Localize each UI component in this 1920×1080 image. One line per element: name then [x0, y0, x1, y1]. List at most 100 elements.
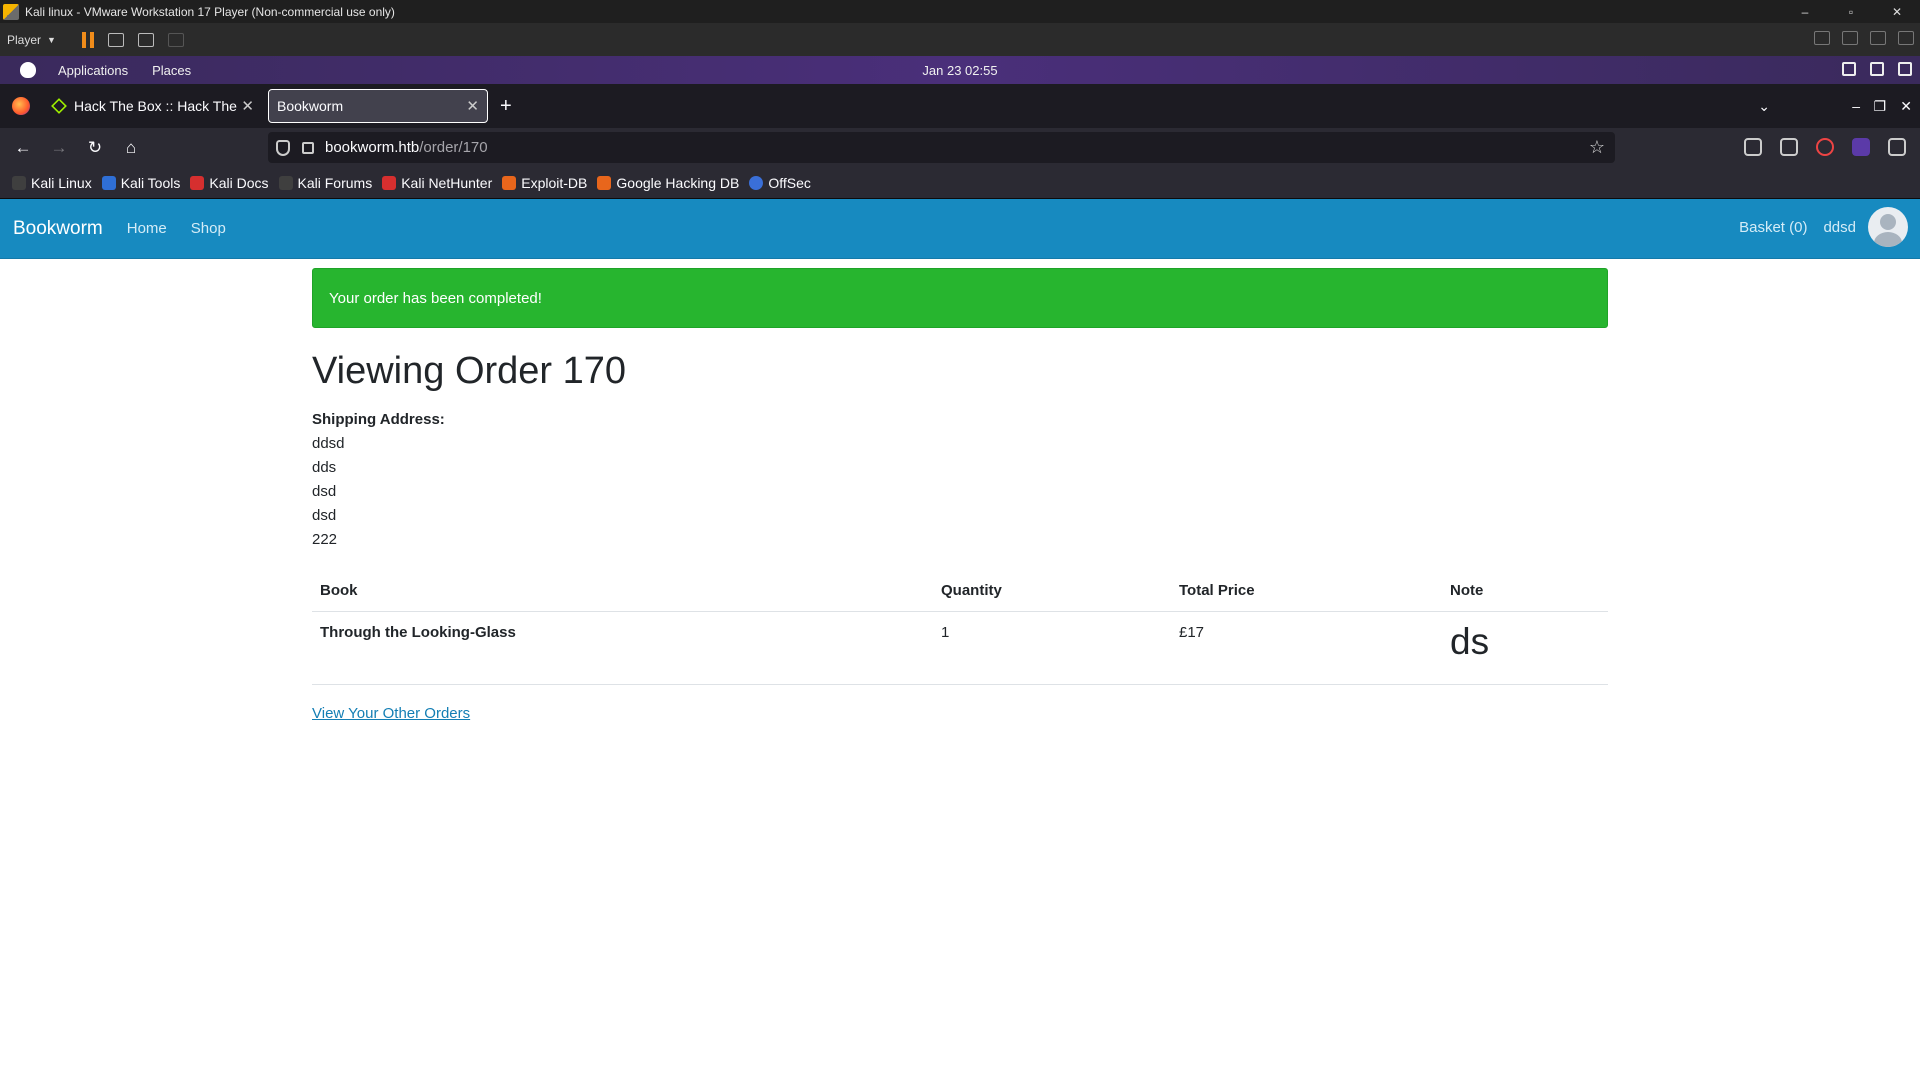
address-line: ddsd — [312, 435, 345, 452]
tab-bookworm[interactable]: Bookworm ✕ — [268, 89, 488, 123]
tab-label: Bookworm — [277, 98, 344, 114]
bookmark-kali-nethunter[interactable]: Kali NetHunter — [382, 175, 492, 191]
vmware-titlebar: Kali linux - VMware Workstation 17 Playe… — [0, 0, 1920, 23]
extensions-icon[interactable] — [1780, 138, 1798, 156]
screen-icon[interactable] — [1842, 62, 1856, 76]
kali-tools-icon — [101, 176, 116, 190]
kali-top-panel: Applications Places Jan 23 02:55 — [0, 56, 1920, 84]
bookmark-label: Kali NetHunter — [401, 175, 493, 191]
foxyproxy-icon[interactable] — [1816, 138, 1834, 156]
note-cell: ds — [1442, 611, 1608, 685]
tab-close-icon[interactable]: ✕ — [466, 97, 479, 115]
hackthebox-cube-icon — [51, 98, 67, 114]
kali-docs-icon — [190, 176, 205, 190]
bookmark-star-icon[interactable]: ☆ — [1589, 137, 1605, 158]
browser-minimize-button[interactable]: – — [1852, 98, 1860, 114]
table-header-row: Book Quantity Total Price Note — [312, 570, 1608, 612]
browser-tab-strip: Hack The Box :: Hack The ✕ Bookworm ✕ + … — [0, 84, 1920, 128]
applications-menu[interactable]: Applications — [58, 63, 128, 78]
username-link[interactable]: ddsd — [1823, 219, 1856, 236]
vmware-toolbar: Player ▼ — [0, 23, 1920, 56]
tracking-protection-icon[interactable] — [276, 139, 290, 156]
cdrom-icon[interactable] — [1842, 31, 1858, 45]
avatar[interactable] — [1868, 207, 1908, 247]
url-bar[interactable]: bookworm.htb/order/170 ☆ — [268, 132, 1615, 163]
player-menu-label: Player — [7, 32, 42, 47]
wappalyzer-icon[interactable] — [1852, 138, 1870, 156]
success-alert-text: Your order has been completed! — [329, 289, 542, 307]
address-line: dsd — [312, 507, 337, 524]
column-header-quantity: Quantity — [933, 570, 1171, 612]
browser-navbar: ← → ↻ ⌂ bookworm.htb/order/170 ☆ — [0, 128, 1920, 168]
usb-icon[interactable] — [1898, 31, 1914, 45]
player-menu-button[interactable]: Player ▼ — [7, 33, 56, 47]
address-line: 222 — [312, 531, 338, 548]
nav-home-link[interactable]: Home — [127, 220, 167, 237]
tab-label: Hack The Box :: Hack The — [74, 98, 237, 114]
bookmark-kali-forums[interactable]: Kali Forums — [278, 175, 373, 191]
view-other-orders-link[interactable]: View Your Other Orders — [312, 705, 470, 722]
browser-maximize-button[interactable]: ❐ — [1873, 98, 1886, 115]
column-header-book: Book — [312, 570, 933, 612]
forward-button[interactable]: → — [41, 138, 77, 158]
bookmark-kali-tools[interactable]: Kali Tools — [101, 175, 180, 191]
pocket-icon[interactable] — [1744, 138, 1762, 156]
browser-close-button[interactable]: ✕ — [1900, 98, 1912, 115]
total-price-cell: £17 — [1171, 611, 1442, 685]
list-all-tabs-button[interactable]: ⌄ — [1758, 98, 1770, 115]
vmware-minimize-button[interactable]: – — [1782, 5, 1828, 19]
bookmarks-bar: Kali Linux Kali Tools Kali Docs Kali For… — [0, 168, 1920, 199]
basket-link[interactable]: Basket (0) — [1739, 219, 1807, 236]
unity-icon[interactable] — [167, 32, 184, 47]
chevron-down-icon: ▼ — [47, 34, 56, 45]
panel-clock[interactable]: Jan 23 02:55 — [0, 63, 1920, 78]
tab-close-icon[interactable]: ✕ — [241, 97, 254, 115]
hdd-icon[interactable] — [1814, 31, 1830, 45]
success-alert: Your order has been completed! — [312, 268, 1608, 328]
exploit-db-icon — [502, 176, 517, 190]
address-line: dds — [312, 459, 337, 476]
send-ctrl-alt-del-icon[interactable] — [107, 32, 124, 47]
pause-icon[interactable] — [81, 31, 94, 48]
reload-button[interactable]: ↻ — [77, 138, 113, 158]
bookmark-google-hacking-db[interactable]: Google Hacking DB — [597, 175, 739, 191]
back-button[interactable]: ← — [5, 138, 41, 158]
hamburger-menu-icon[interactable] — [1888, 138, 1906, 156]
bookmark-label: Google Hacking DB — [616, 175, 740, 191]
offsec-icon — [749, 176, 764, 190]
nethunter-icon — [382, 176, 397, 190]
site-brand[interactable]: Bookworm — [13, 218, 103, 240]
vmware-logo-icon — [3, 3, 19, 20]
places-menu[interactable]: Places — [152, 63, 191, 78]
new-tab-button[interactable]: + — [500, 95, 512, 118]
power-icon[interactable] — [1898, 62, 1912, 76]
column-header-note: Note — [1442, 570, 1608, 612]
nav-shop-link[interactable]: Shop — [191, 220, 226, 237]
network-icon[interactable] — [1870, 31, 1886, 45]
tab-hack-the-box[interactable]: Hack The Box :: Hack The ✕ — [44, 89, 262, 123]
bookmark-kali-linux[interactable]: Kali Linux — [12, 175, 92, 191]
table-row: Through the Looking-Glass 1 £17 ds — [312, 611, 1608, 685]
vmware-maximize-button[interactable]: ▫ — [1828, 5, 1874, 19]
bookmark-offsec[interactable]: OffSec — [749, 175, 811, 191]
volume-icon[interactable] — [1870, 62, 1884, 76]
home-button[interactable]: ⌂ — [113, 138, 149, 158]
apple-menu-icon[interactable] — [20, 62, 36, 78]
bookmark-label: Kali Forums — [297, 175, 373, 191]
url-host: bookworm.htb — [325, 139, 420, 156]
vmware-close-button[interactable]: ✕ — [1874, 5, 1920, 19]
system-tray — [1842, 62, 1912, 76]
column-header-total-price: Total Price — [1171, 570, 1442, 612]
firefox-logo-icon — [12, 97, 30, 115]
fullscreen-icon[interactable] — [137, 32, 154, 47]
shipping-address-label: Shipping Address: — [312, 411, 445, 428]
shipping-address: ddsd dds dsd dsd 222 — [312, 432, 1608, 552]
site-navbar: Bookworm Home Shop Basket (0) ddsd — [0, 199, 1920, 259]
address-line: dsd — [312, 483, 337, 500]
bookmark-exploit-db[interactable]: Exploit-DB — [502, 175, 587, 191]
bookmark-label: OffSec — [768, 175, 811, 191]
bookmark-kali-docs[interactable]: Kali Docs — [190, 175, 269, 191]
quantity-cell: 1 — [933, 611, 1171, 685]
kali-dragon-icon — [278, 176, 293, 190]
lock-icon[interactable] — [302, 141, 314, 154]
